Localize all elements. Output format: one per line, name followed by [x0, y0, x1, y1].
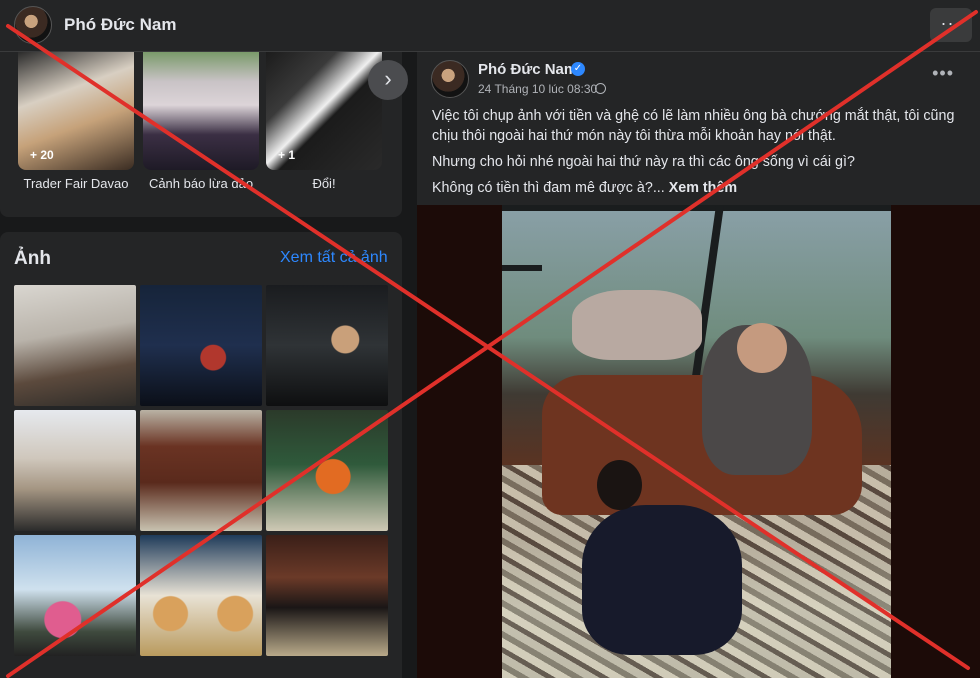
highlight-count: + 20	[30, 148, 54, 162]
highlight-item-3[interactable]: + 1	[266, 52, 382, 170]
post-card: Phó Đức Nam ✓ 24 Tháng 10 lúc 08:30 ••• …	[417, 52, 980, 678]
post-timestamp[interactable]: 24 Tháng 10 lúc 08:30	[478, 82, 597, 96]
highlights-card: + 20 Trader Fair Davao Cảnh báo lừa đảo …	[0, 52, 408, 217]
post-more-button[interactable]: •••	[932, 63, 954, 84]
highlights-next-button[interactable]: ›	[368, 60, 408, 100]
see-more-link[interactable]: Xem thêm	[669, 180, 737, 196]
highlight-item-1[interactable]: + 20	[18, 52, 134, 170]
photo-thumbnail[interactable]	[140, 285, 262, 406]
photo-thumbnail[interactable]	[140, 410, 262, 531]
highlight-label-1[interactable]: Trader Fair Davao	[11, 176, 141, 191]
highlight-count: + 1	[278, 148, 296, 162]
photo-thumbnail[interactable]	[266, 285, 388, 406]
person-figure	[572, 290, 702, 360]
post-author-name[interactable]: Phó Đức Nam	[478, 61, 577, 78]
profile-top-bar: Phó Đức Nam ···	[0, 0, 980, 52]
verified-icon: ✓	[571, 62, 585, 76]
post-author-avatar[interactable]	[431, 60, 469, 98]
post-text: Việc tôi chụp ảnh với tiền và ghệ có lẽ …	[432, 106, 962, 204]
profile-name[interactable]: Phó Đức Nam	[64, 15, 176, 35]
post-paragraph-3: Không có tiền thì đam mê được à?... Xem …	[432, 178, 962, 198]
highlight-label-2[interactable]: Cảnh báo lừa đảo	[136, 176, 266, 191]
highlight-item-2[interactable]	[143, 52, 259, 170]
post-paragraph-3-text: Không có tiền thì đam mê được à?...	[432, 180, 665, 196]
see-all-photos-link[interactable]: Xem tất cả ảnh	[280, 249, 388, 267]
person-figure	[597, 460, 642, 510]
photos-card: Ảnh Xem tất cả ảnh	[0, 232, 402, 678]
photo-thumbnail[interactable]	[266, 410, 388, 531]
post-media[interactable]	[417, 205, 980, 678]
profile-avatar[interactable]	[14, 6, 52, 44]
highlight-label-3[interactable]: Đổi!	[259, 176, 389, 191]
person-figure	[582, 505, 742, 655]
chevron-right-icon: ›	[384, 66, 392, 91]
photo-thumbnail[interactable]	[266, 535, 388, 656]
photo-thumbnail[interactable]	[14, 285, 136, 406]
globe-icon	[595, 83, 606, 94]
photo-thumbnail[interactable]	[14, 535, 136, 656]
more-options-button[interactable]: ···	[930, 8, 972, 42]
window-frame	[502, 205, 891, 211]
photo-thumbnail[interactable]	[14, 410, 136, 531]
post-paragraph-1: Việc tôi chụp ảnh với tiền và ghệ có lẽ …	[432, 108, 955, 144]
post-photo[interactable]	[502, 205, 891, 678]
photo-thumbnail[interactable]	[140, 535, 262, 656]
more-icon: ···	[940, 13, 962, 33]
post-paragraph-2: Nhưng cho hỏi nhé ngoài hai thứ này ra t…	[432, 154, 855, 170]
photos-title: Ảnh	[14, 248, 51, 269]
photos-grid	[14, 285, 388, 656]
person-figure	[737, 323, 787, 373]
window-frame	[502, 265, 542, 271]
